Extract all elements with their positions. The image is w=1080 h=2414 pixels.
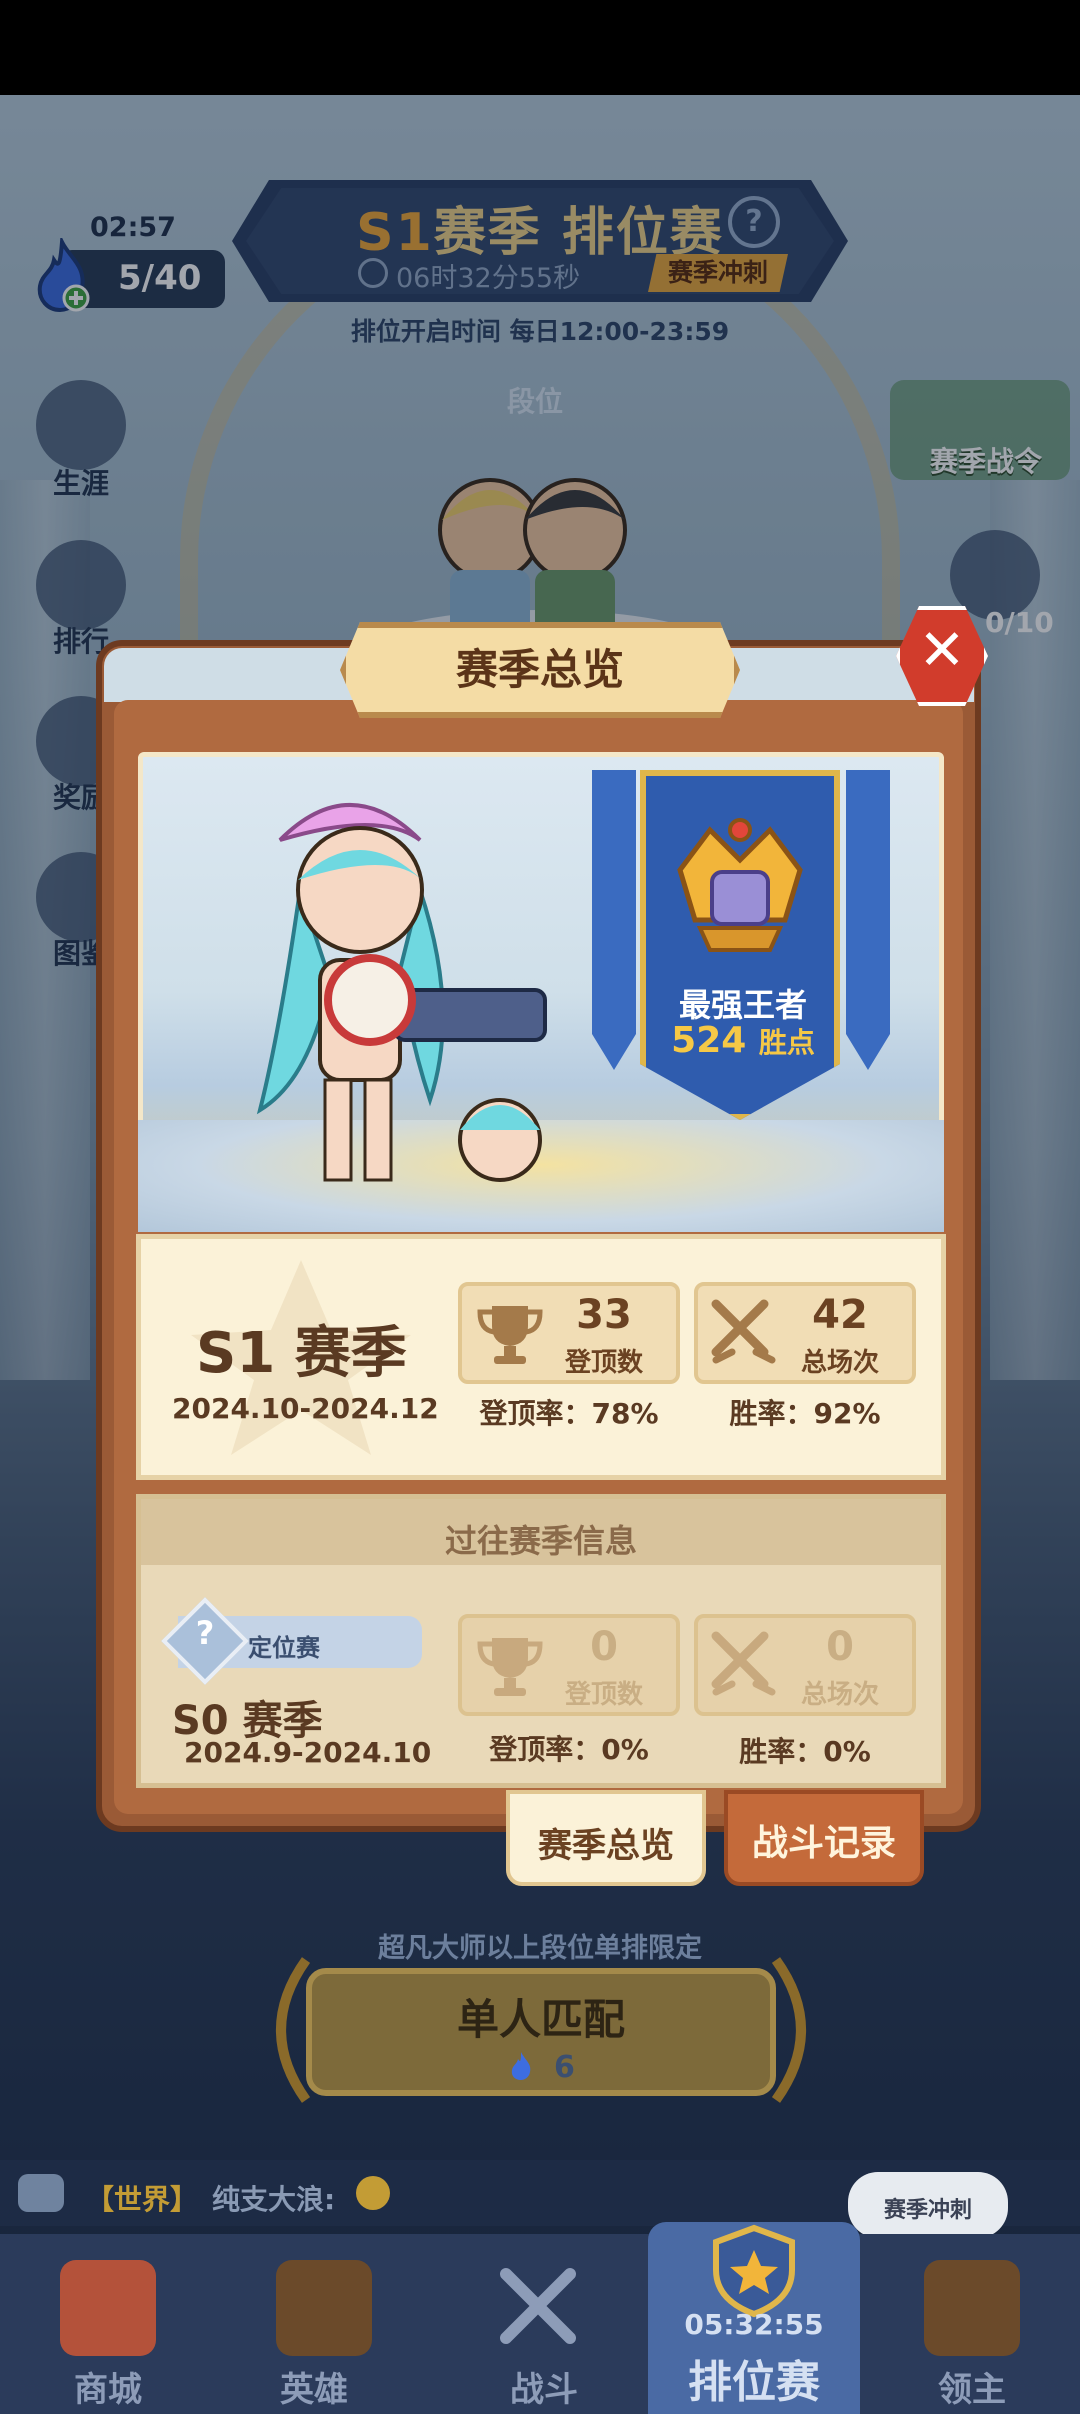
current-top-label: 登顶数 (564, 1348, 643, 1378)
crossed-swords-icon (711, 1299, 776, 1364)
nav-battle-label[interactable]: 战斗 (436, 2362, 652, 2411)
nav-ranked-label[interactable]: 排位赛 (646, 2346, 862, 2410)
lord-banner-icon[interactable] (924, 2260, 1020, 2356)
past-win-rate: 胜率：0% (739, 1735, 871, 1768)
trophy-icon (477, 1638, 543, 1696)
rank-points: 524 胜点 (640, 1020, 846, 1061)
battle-swords-icon[interactable] (492, 2260, 588, 2356)
hero-card-icon[interactable] (276, 2260, 372, 2356)
status-bar (0, 0, 1080, 95)
chat-channel: 【世界】 (86, 2183, 199, 2216)
current-season-code: S1 (196, 1321, 276, 1386)
crossed-swords-icon (711, 1631, 776, 1696)
emoji-icon (356, 2176, 390, 2210)
past-games-label: 总场次 (800, 1680, 879, 1710)
modal-title: 赛季总览 (455, 645, 624, 694)
current-season-name: S1 赛季 (196, 1308, 407, 1389)
current-season-dates: 2024.10-2024.12 (172, 1392, 439, 1425)
past-top-label: 登顶数 (564, 1680, 643, 1710)
shop-icon[interactable] (60, 2260, 156, 2356)
energy-flame-icon (511, 2052, 531, 2080)
tab-battle-record-label[interactable]: 战斗记录 (724, 1814, 924, 1866)
solo-match-cost: 6 (554, 2050, 575, 2085)
banner-right (846, 770, 890, 1070)
past-top-rate: 登顶率：0% (489, 1733, 649, 1766)
trophy-icon (477, 1306, 543, 1364)
past-games-count: 0 (826, 1624, 854, 1670)
current-top-count: 33 (576, 1292, 632, 1338)
solo-match-label[interactable]: 单人匹配 (306, 1986, 776, 2047)
rank-points-unit: 胜点 (758, 1026, 815, 1059)
past-top-count: 0 (590, 1624, 618, 1670)
current-games-label: 总场次 (800, 1348, 879, 1378)
season-sprint-bubble-label[interactable]: 赛季冲刺 (848, 2192, 1008, 2224)
ranked-shield-icon[interactable] (706, 2222, 802, 2318)
nav-lord-label[interactable]: 领主 (864, 2362, 1080, 2411)
current-top-rate: 登顶率：78% (479, 1397, 659, 1430)
past-season-dates: 2024.9-2024.10 (184, 1736, 432, 1769)
nav-heroes-label[interactable]: 英雄 (206, 2362, 422, 2411)
placement-label: 定位赛 (248, 1634, 320, 1662)
ranked-timer: 05:32:55 (684, 2308, 824, 2341)
chat-message: 纯支大浪: (212, 2183, 336, 2216)
placement-question-icon: ? (195, 1614, 215, 1652)
chat-bubble-icon[interactable] (18, 2174, 64, 2212)
banner-left (592, 770, 636, 1070)
current-season-suffix: 赛季 (294, 1321, 407, 1386)
current-win-rate: 胜率：92% (729, 1397, 881, 1430)
nav-shop-label[interactable]: 商城 (0, 2362, 216, 2411)
current-games-count: 42 (812, 1292, 868, 1338)
season-hero-illustration (256, 803, 547, 1182)
rank-points-value: 524 (671, 1020, 747, 1061)
close-icon[interactable]: ✕ (896, 618, 988, 683)
past-season-title: 过往赛季信息 (444, 1522, 637, 1560)
tab-season-overview-label[interactable]: 赛季总览 (506, 1818, 706, 1867)
king-crown-icon (677, 818, 803, 952)
